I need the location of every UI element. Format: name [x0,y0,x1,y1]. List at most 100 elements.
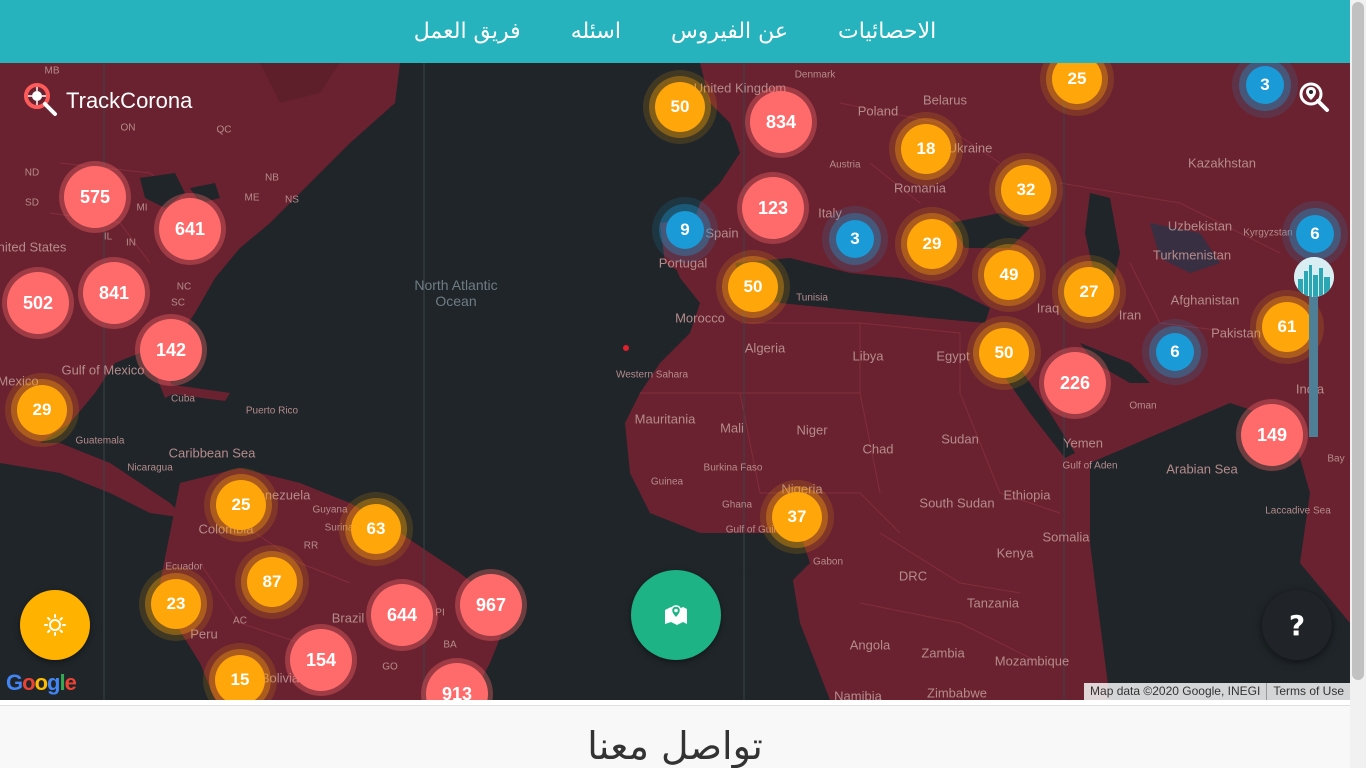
map-place-label: DRC [898,568,928,584]
skyline-icon [1294,257,1334,297]
case-cluster-marker[interactable]: 27 [1064,267,1114,317]
map-place-label: BA [443,639,457,651]
map-attribution: Map data ©2020 Google, INEGI Terms of Us… [1084,683,1350,700]
terms-of-use-link[interactable]: Terms of Use [1266,683,1350,700]
map-place-label: SC [171,297,185,309]
case-cluster-marker[interactable]: 834 [750,91,812,153]
case-cluster-marker[interactable]: 967 [460,574,522,636]
map-place-label: Nicaragua [127,462,173,474]
case-cluster-marker[interactable]: 50 [655,82,705,132]
map-place-label: AC [233,615,247,627]
nav-item-questions[interactable]: اسئله [546,19,646,44]
case-cluster-marker[interactable]: 50 [979,328,1029,378]
map-place-label: ME [244,192,260,204]
map-place-label: Turkmenistan [1152,247,1232,263]
page-scrollbar-thumb[interactable] [1352,2,1364,680]
case-cluster-marker[interactable]: 29 [907,219,957,269]
case-cluster-marker[interactable]: 15 [215,655,265,700]
side-slider-track[interactable] [1309,297,1318,437]
map-place-label: Mali [720,420,744,436]
nav-item-statistics[interactable]: الاحصائيات [813,19,961,44]
contact-title: تواصل معنا [587,724,763,768]
map-place-label: Ecuador [165,561,203,573]
map-place-label: Burkina Faso [703,462,763,474]
case-cluster-marker[interactable]: 644 [371,584,433,646]
location-search-button[interactable] [1298,81,1330,113]
map-view[interactable]: North Atlantic Ocean United Kingdom Denma… [0,63,1350,700]
case-cluster-marker[interactable]: 123 [742,177,804,239]
case-cluster-marker[interactable]: 23 [151,579,201,629]
theme-toggle-button[interactable] [20,590,90,660]
map-place-label: Tanzania [966,595,1020,611]
map-place-label: Algeria [744,340,786,356]
map-place-label: Ukraine [947,140,993,156]
map-place-label: Zambia [921,645,965,661]
map-place-label: IN [126,237,136,249]
case-cluster-marker[interactable]: 87 [247,557,297,607]
map-place-label: Kyrgyzstan [1243,227,1293,239]
case-cluster-marker[interactable]: 50 [728,262,778,312]
case-cluster-marker[interactable]: 149 [1241,404,1303,466]
case-cluster-marker[interactable]: 6 [1296,215,1334,253]
city-skyline-thumbnail[interactable] [1294,257,1334,297]
ocean-label: North Atlantic Ocean [414,277,498,309]
map-place-label: Somalia [1042,529,1090,545]
map-place-label: South Sudan [919,495,995,511]
map-place-label: Cuba [171,393,195,405]
case-cluster-marker[interactable]: 6 [1156,333,1194,371]
case-cluster-marker[interactable]: 142 [140,319,202,381]
map-place-label: Iraq [1036,300,1060,316]
map-place-label: RR [303,540,319,552]
map-place-label: Belarus [922,92,968,108]
map-place-label: MI [136,202,148,214]
google-logo[interactable]: Google [6,670,77,696]
case-cluster-marker[interactable]: 154 [290,629,352,691]
map-place-label: Laccadive Sea [1265,505,1331,517]
case-cluster-marker[interactable]: 502 [7,272,69,334]
map-place-label: ND [24,167,40,179]
case-cluster-marker[interactable]: 32 [1001,165,1051,215]
case-cluster-marker[interactable]: 3 [1246,66,1284,104]
case-cluster-marker[interactable]: 18 [901,124,951,174]
map-view-button[interactable] [631,570,721,660]
map-place-label: ON [120,122,136,134]
map-place-label: Egypt [936,348,970,364]
location-search-icon [1299,82,1329,112]
map-place-label: Peru [190,626,218,642]
map-place-label: Angola [849,637,891,653]
map-place-label: Caribbean Sea [168,445,256,461]
map-place-label: Mozambique [994,653,1070,669]
map-place-label: NS [285,194,299,206]
help-button[interactable]: ? [1262,590,1332,660]
map-place-label: Oman [1129,400,1157,412]
case-cluster-marker[interactable]: 29 [17,385,67,435]
map-place-label: Italy [818,205,842,221]
nav-item-team[interactable]: فريق العمل [389,19,546,44]
map-place-label: Ethiopia [1003,487,1051,503]
map-place-label: Poland [857,103,899,119]
nav-menu: الاحصائيات عن الفيروس اسئله فريق العمل [389,19,962,44]
map-place-label: Sudan [941,431,979,447]
case-cluster-marker[interactable]: 3 [836,220,874,258]
map-place-label: GO [382,661,398,673]
case-cluster-marker[interactable]: 49 [984,250,1034,300]
case-cluster-marker[interactable]: 63 [351,504,401,554]
brand[interactable]: TrackCorona [22,81,192,121]
map-place-label: Namibia [834,688,882,701]
nav-item-about-virus[interactable]: عن الفيروس [646,19,813,44]
top-navigation: الاحصائيات عن الفيروس اسئله فريق العمل [0,0,1350,63]
map-place-label: Yemen [1063,435,1103,451]
case-cluster-marker[interactable]: 226 [1044,352,1106,414]
case-cluster-marker[interactable]: 37 [772,492,822,542]
map-place-label: Guatemala [75,435,125,447]
case-cluster-marker[interactable]: 641 [159,198,221,260]
case-cluster-marker[interactable]: 575 [64,166,126,228]
map-place-label: Guyana [312,504,348,516]
case-cluster-marker[interactable]: 61 [1262,302,1312,352]
case-cluster-marker[interactable]: 9 [666,211,704,249]
map-place-label: Afghanistan [1170,292,1240,308]
case-cluster-marker[interactable]: 841 [83,262,145,324]
map-place-label: IL [103,231,113,243]
map-place-label: Tunisia [796,292,828,304]
case-cluster-marker[interactable]: 25 [216,480,266,530]
